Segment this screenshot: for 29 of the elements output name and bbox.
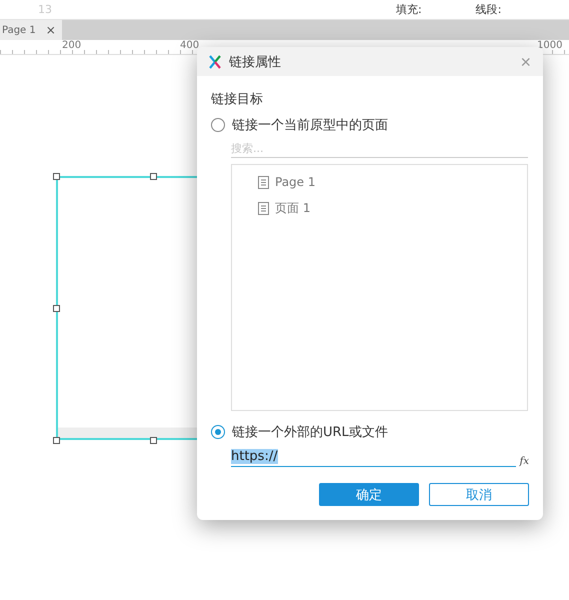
function-icon[interactable]: fx (520, 456, 529, 467)
cancel-button[interactable]: 取消 (429, 483, 529, 506)
radio-button[interactable] (211, 118, 225, 132)
stroke-label: 线段: (476, 2, 502, 16)
resize-handle[interactable] (150, 173, 157, 180)
page-item[interactable]: Page 1 (275, 175, 316, 189)
url-field[interactable]: https:// (231, 447, 516, 467)
ok-button[interactable]: 确定 (319, 483, 419, 506)
document-icon (258, 176, 269, 188)
radio-label[interactable]: 链接一个当前原型中的页面 (232, 116, 388, 134)
search-field[interactable]: 搜索... (231, 140, 528, 158)
ruler-label: 400 (180, 40, 200, 51)
tab-label: Page 1 (2, 24, 36, 36)
resize-handle[interactable] (53, 437, 60, 444)
resize-handle[interactable] (53, 173, 60, 180)
resize-handle[interactable] (53, 305, 60, 312)
page-item[interactable]: 页面 1 (275, 200, 310, 216)
section-label: 链接目标 (211, 91, 264, 108)
page-tab[interactable]: Page 1 × (0, 20, 62, 40)
radio-button[interactable] (211, 425, 225, 439)
dialog-title: 链接属性 (229, 54, 282, 70)
radio-label[interactable]: 链接一个外部的URL或文件 (232, 423, 388, 441)
ruler-label: 1000 (537, 40, 562, 51)
close-icon[interactable]: × (46, 23, 56, 37)
fill-label: 填充: (396, 2, 422, 16)
ruler-label: 200 (62, 40, 82, 51)
logo-icon (209, 54, 221, 68)
resize-handle[interactable] (150, 437, 157, 444)
document-icon (258, 202, 269, 214)
